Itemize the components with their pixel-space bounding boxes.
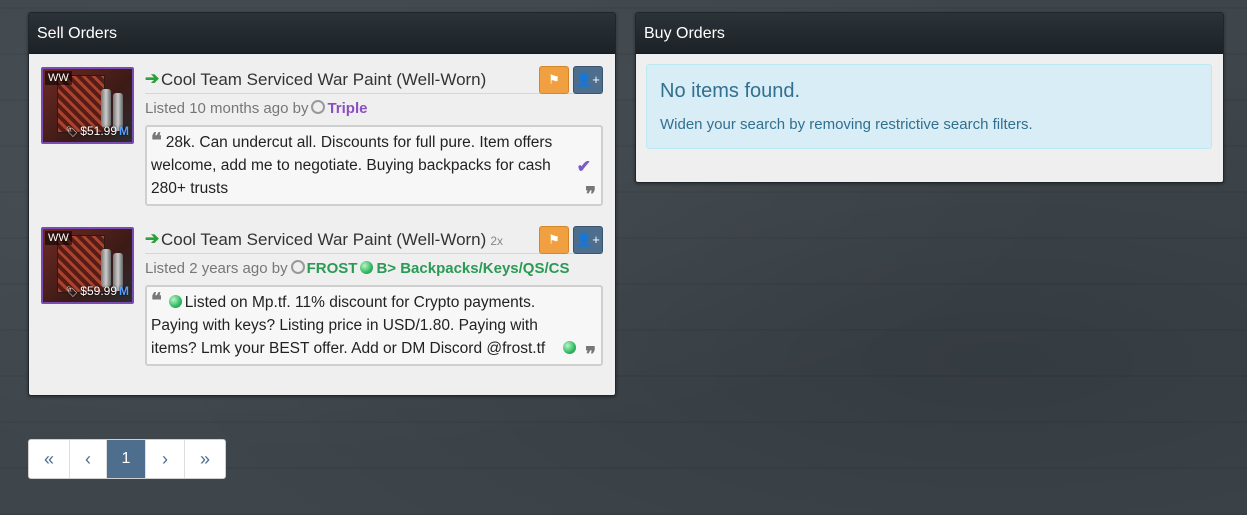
user-extra[interactable]: B> Backpacks/Keys/QS/CS (376, 260, 569, 277)
prev-page-button[interactable]: ‹ (70, 440, 107, 478)
flag-icon: ⚑ (548, 232, 560, 247)
empty-results-alert: No items found. Widen your search by rem… (646, 64, 1212, 149)
listing-meta: Listed 10 months ago by Triple (145, 100, 368, 117)
last-page-button[interactable]: » (185, 440, 225, 478)
listing-meta: Listed 2 years ago by FROST B> Backpacks/K… (145, 260, 570, 277)
quote-icon: ❝ (151, 288, 162, 312)
page-1-button[interactable]: 1 (107, 440, 146, 478)
next-page-button[interactable]: › (146, 440, 185, 478)
green-right-arrow-icon: ➔ (145, 229, 160, 248)
sell-orders-panel: Sell Orders WW 🏷 $51.99 M ➔ Cool Team Serv… (28, 12, 616, 396)
status-ring-icon (290, 260, 305, 274)
check-icon: ✔ (576, 157, 591, 176)
user-link[interactable]: Triple (327, 100, 367, 117)
quote-close-icon: ❞ (585, 342, 596, 366)
empty-results-title: No items found. (660, 80, 801, 102)
item-title[interactable]: Cool Team Serviced War Paint (Well-Worn)… (161, 230, 503, 250)
user-link[interactable]: FROST (307, 260, 358, 277)
report-flag-button[interactable]: ⚑ (539, 226, 569, 254)
status-ring-icon (311, 100, 326, 114)
item-thumbnail[interactable]: WW 🏷 $51.99 M (41, 67, 134, 144)
green-gem-icon (563, 341, 576, 354)
flag-icon: ⚑ (548, 72, 560, 87)
add-user-icon: 👤+ (576, 232, 600, 247)
quote-icon: ❝ (151, 128, 162, 152)
green-right-arrow-icon: ➔ (145, 69, 160, 88)
listing-note: ❝ 28k. Can undercut all. Discounts for fu… (145, 125, 603, 206)
item-title[interactable]: Cool Team Serviced War Paint (Well-Worn) (161, 70, 486, 90)
listing-note: ❝ Listed on Mp.tf. 11% discount for Crypt… (145, 285, 603, 366)
add-user-button[interactable]: 👤+ (573, 66, 603, 94)
add-user-button[interactable]: 👤+ (573, 226, 603, 254)
add-user-icon: 👤+ (576, 72, 600, 87)
pagination: « ‹ 1 › » (28, 439, 226, 479)
buy-orders-panel: Buy Orders No items found. Widen your se… (635, 12, 1224, 183)
quote-close-icon: ❞ (585, 182, 596, 206)
price-tag-icon: 🏷 (65, 287, 79, 298)
buy-orders-title: Buy Orders (636, 13, 1223, 54)
wear-grade-badge: WW (45, 231, 72, 245)
price-badge: 🏷 $51.99 M (65, 124, 129, 138)
item-thumbnail[interactable]: WW 🏷 $59.99 M (41, 227, 134, 304)
first-page-button[interactable]: « (29, 440, 70, 478)
report-flag-button[interactable]: ⚑ (539, 66, 569, 94)
empty-results-message: Widen your search by removing restrictiv… (660, 116, 1033, 133)
quantity-badge: 2x (490, 234, 503, 248)
price-tag-icon: 🏷 (65, 127, 79, 138)
price-badge: 🏷 $59.99 M (65, 284, 129, 298)
wear-grade-badge: WW (45, 71, 72, 85)
green-gem-icon (168, 295, 182, 308)
sell-orders-title: Sell Orders (29, 13, 615, 54)
green-gem-icon (360, 261, 374, 274)
